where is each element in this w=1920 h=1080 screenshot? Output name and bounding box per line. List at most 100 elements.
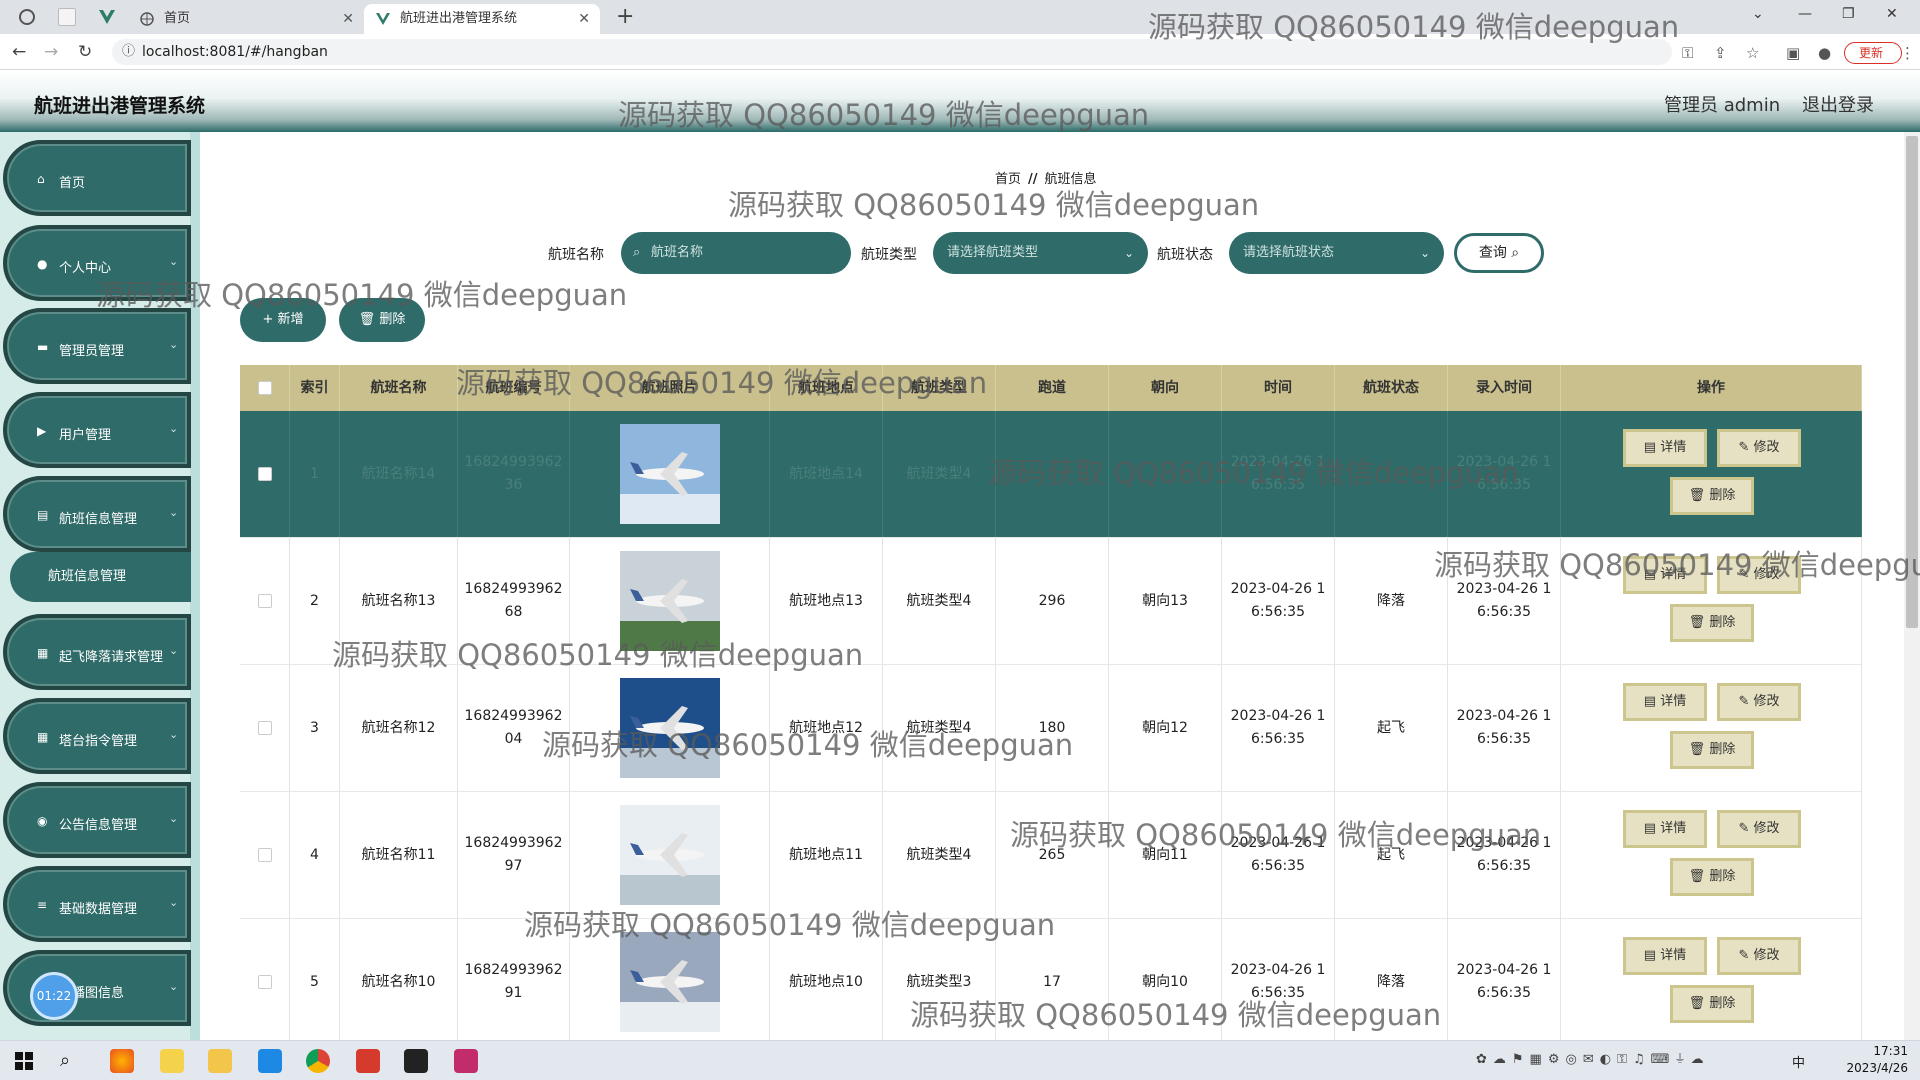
pinned-tab-icon[interactable] (58, 8, 76, 26)
sidebar-item-3[interactable]: ▶ 用户管理 ⌄ (3, 392, 191, 468)
cell-name: 航班名称14 (340, 411, 458, 537)
trash-icon: 🗑 (1688, 996, 1706, 1011)
detail-button[interactable]: ▤ 详情 (1623, 683, 1707, 721)
firefox-icon[interactable] (110, 1049, 134, 1073)
terminal-icon[interactable] (404, 1049, 428, 1073)
windows-start-icon[interactable] (12, 1049, 36, 1073)
flight-status-select[interactable]: 请选择航班状态 ⌄ (1229, 232, 1444, 274)
flight-name-input[interactable]: ⌕ 航班名称 (621, 232, 851, 274)
tab-flight-system[interactable]: 航班进出港管理系统 ✕ (364, 4, 600, 34)
column-header[interactable]: 航班状态 (1335, 365, 1448, 411)
watermark-text: 源码获取 QQ86050149 微信deepguan (456, 366, 988, 400)
sidebar-item-6[interactable]: ▦ 塔台指令管理 ⌄ (3, 698, 191, 774)
row-checkbox[interactable] (257, 467, 272, 481)
ime-indicator[interactable]: 中 (1792, 1052, 1805, 1071)
flight-photo[interactable] (619, 932, 720, 1032)
menu-dots-icon[interactable]: ⋮ (1900, 44, 1915, 62)
detail-button[interactable]: ▤ 详情 (1623, 429, 1707, 467)
sidebar-item-0[interactable]: ⌂ 首页 (3, 140, 191, 216)
search-icon[interactable]: ⌕ (60, 1049, 84, 1073)
column-header[interactable]: 操作 (1561, 365, 1862, 411)
share-icon[interactable]: ⇪ (1714, 44, 1727, 62)
pinned-tab-icon[interactable] (18, 8, 36, 26)
column-header[interactable]: 录入时间 (1448, 365, 1561, 411)
cell-time: 2023-04-26 16:56:35 (1222, 538, 1335, 664)
row-checkbox-cell (240, 411, 290, 537)
delete-button[interactable]: 🗑 删除 (1670, 858, 1754, 896)
photo-cell (570, 411, 770, 537)
sidebar-item-label: 用户管理 (59, 428, 112, 443)
column-header[interactable]: 跑道 (996, 365, 1109, 411)
minimize-icon[interactable]: — (1798, 6, 1812, 22)
sidebar-item-label: 塔台指令管理 (59, 734, 138, 749)
flight-photo[interactable] (619, 805, 720, 905)
column-header[interactable]: 航班名称 (340, 365, 458, 411)
column-header[interactable]: 索引 (290, 365, 340, 411)
row-checkbox[interactable] (257, 848, 272, 862)
chevron-down-icon: ⌄ (169, 422, 179, 435)
cell-runway: 265 (996, 792, 1109, 918)
profile-icon[interactable]: ● (1818, 44, 1831, 62)
cell-place: 航班地点11 (770, 792, 883, 918)
update-button[interactable]: 更新 (1844, 42, 1902, 64)
logout-link[interactable]: 退出登录 (1802, 91, 1874, 117)
sidebar-subitem-flight-info[interactable]: 航班信息管理 (10, 552, 191, 602)
edit-button[interactable]: ✎ 修改 (1717, 683, 1801, 721)
recording-timer[interactable]: 01:22 (30, 972, 78, 1020)
system-tray-icons[interactable]: ✿☁⚑▦⚙◎✉◐⚿♫⌨⏚☁ (1476, 1052, 1710, 1067)
cell-status: 起飞 (1335, 792, 1448, 918)
sidebar-item-label: 起飞降落请求管理 (59, 650, 164, 665)
chevron-down-icon: ⌄ (169, 896, 179, 909)
idea-icon[interactable] (454, 1049, 478, 1073)
delete-button[interactable]: 🗑 删除 (1670, 985, 1754, 1023)
tab-home[interactable]: 首页 ✕ (128, 4, 364, 34)
column-header[interactable]: 时间 (1222, 365, 1335, 411)
taskbar-clock[interactable]: 17:31 2023/4/26 (1838, 1043, 1908, 1077)
operation-cell: ▤ 详情 ✎ 修改 🗑 删除 (1561, 792, 1862, 918)
site-info-icon[interactable]: ⓘ (122, 39, 135, 65)
sidebar-item-8[interactable]: ≡ 基础数据管理 ⌄ (3, 866, 191, 942)
tab-search-icon[interactable]: ⌄ (1752, 6, 1764, 22)
new-tab-button[interactable]: + (616, 4, 634, 29)
chrome-icon[interactable] (306, 1049, 330, 1073)
delete-label: 删除 (379, 312, 406, 327)
close-window-icon[interactable]: ✕ (1886, 6, 1898, 22)
back-icon[interactable]: ← (12, 42, 26, 62)
flight-photo[interactable] (619, 424, 720, 524)
column-header[interactable]: 朝向 (1109, 365, 1222, 411)
reload-icon[interactable]: ↻ (78, 42, 92, 62)
search-button[interactable]: 查询 ⌕ (1454, 233, 1544, 273)
flight-type-select[interactable]: 请选择航班类型 ⌄ (933, 232, 1148, 274)
vscode-icon[interactable] (258, 1049, 282, 1073)
row-checkbox[interactable] (257, 721, 272, 735)
operation-cell: ▤ 详情 ✎ 修改 🗑 删除 (1561, 665, 1862, 791)
edit-button[interactable]: ✎ 修改 (1717, 429, 1801, 467)
edit-button[interactable]: ✎ 修改 (1717, 810, 1801, 848)
star-icon[interactable]: ☆ (1746, 44, 1759, 62)
wps-icon[interactable] (356, 1049, 380, 1073)
detail-button[interactable]: ▤ 详情 (1623, 810, 1707, 848)
sidebar-item-label: 首页 (59, 176, 86, 191)
sidebar-item-5[interactable]: ▦ 起飞降落请求管理 ⌄ (3, 614, 191, 690)
select-all-checkbox[interactable] (257, 381, 272, 395)
trash-icon: 🗑 (1688, 869, 1706, 884)
sidebar-item-2[interactable]: ▬ 管理员管理 ⌄ (3, 308, 191, 384)
folder-icon[interactable] (208, 1049, 232, 1073)
sidebar-item-7[interactable]: ◉ 公告信息管理 ⌄ (3, 782, 191, 858)
sidepanel-icon[interactable]: ▣ (1786, 44, 1800, 62)
row-checkbox[interactable] (257, 594, 272, 608)
detail-button[interactable]: ▤ 详情 (1623, 937, 1707, 975)
delete-button[interactable]: 🗑 删除 (1670, 477, 1754, 515)
close-tab-icon[interactable]: ✕ (342, 4, 354, 34)
close-tab-icon[interactable]: ✕ (578, 4, 590, 34)
delete-button[interactable]: 🗑 删除 (1670, 604, 1754, 642)
forward-icon[interactable]: → (44, 42, 58, 62)
delete-button[interactable]: 🗑 删除 (1670, 731, 1754, 769)
sidebar-item-4[interactable]: ▤ 航班信息管理 ⌄ (3, 476, 191, 552)
app-icon[interactable] (160, 1049, 184, 1073)
key-icon[interactable]: ⚿ (1682, 44, 1693, 62)
edit-button[interactable]: ✎ 修改 (1717, 937, 1801, 975)
row-checkbox[interactable] (257, 975, 272, 989)
restore-icon[interactable]: ❐ (1842, 6, 1855, 22)
vue-tab-icon[interactable] (98, 8, 116, 26)
